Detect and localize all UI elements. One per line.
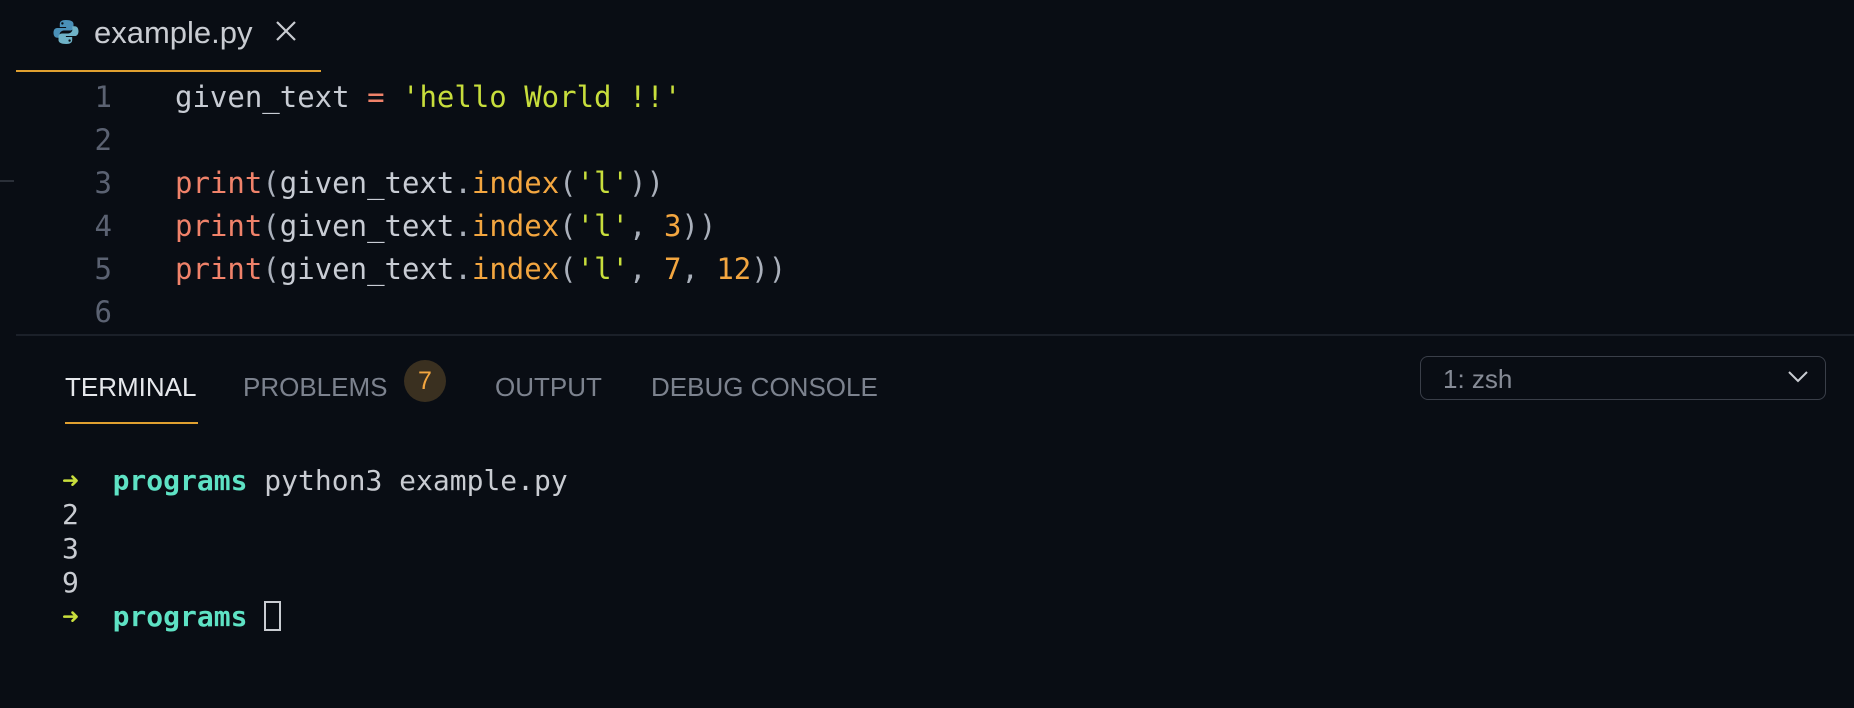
close-icon[interactable] [274, 19, 298, 43]
tab-problems-label: PROBLEMS [243, 372, 388, 402]
code-token: . [454, 166, 472, 200]
code-token: ( [262, 252, 280, 286]
chevron-down-icon [1788, 371, 1808, 383]
code-token: print [175, 252, 263, 286]
prompt-arrow: ➜ [62, 464, 79, 497]
code-token: print [175, 166, 263, 200]
line-number: 5 [94, 252, 112, 286]
terminal-command-line: ➜ programs python3 example.py [62, 464, 568, 498]
code-token: ( [559, 252, 577, 286]
tab-debug-console[interactable]: DEBUG CONSOLE [651, 362, 878, 412]
code-token: 7 [663, 252, 682, 286]
line-number: 1 [94, 80, 112, 114]
code-token: , [681, 252, 717, 286]
code-token: 3 [663, 209, 682, 243]
code-token: , [629, 209, 664, 243]
code-token: ( [559, 209, 577, 243]
tab-output[interactable]: OUTPUT [495, 362, 602, 412]
tab-problems[interactable]: PROBLEMS [243, 362, 388, 412]
code-line: 2 [0, 119, 1854, 161]
code-token: )) [629, 166, 664, 200]
terminal-command: python3 example.py [264, 464, 568, 497]
code-line: 6 [0, 291, 1854, 333]
terminal[interactable]: ➜ programs python3 example.py 2 3 9 ➜ pr… [0, 460, 1854, 708]
code-token: 'l' [576, 209, 630, 243]
code-token: given_text [175, 80, 368, 114]
code-token: )) [751, 252, 787, 286]
code-token: ( [559, 166, 577, 200]
terminal-shell-select[interactable]: 1: zsh [1420, 356, 1826, 400]
code-text: print(given_text.index('l')) [175, 162, 664, 204]
line-number: 2 [94, 123, 112, 157]
code-token: 'hello World !!' [402, 80, 682, 114]
problems-count-badge: 7 [404, 360, 446, 402]
code-token: . [454, 252, 472, 286]
active-tab-indicator [65, 422, 199, 424]
code-text: print(given_text.index('l', 7, 12)) [175, 248, 786, 290]
terminal-cursor [264, 601, 282, 631]
code-token: 'l' [576, 166, 630, 200]
code-line: 1 given_text = 'hello World !!' [0, 76, 1854, 118]
line-number: 6 [94, 295, 112, 329]
code-token: given_text [279, 252, 455, 286]
code-token: index [471, 252, 560, 286]
tab-debug-console-label: DEBUG CONSOLE [651, 372, 878, 402]
code-token: index [471, 209, 560, 243]
editor-tab-example-py[interactable]: example.py [16, 0, 321, 72]
terminal-prompt-line: ➜ programs [62, 600, 282, 634]
tab-filename: example.py [94, 15, 253, 50]
prompt-directory: programs [112, 600, 248, 633]
shell-select-value: 1: zsh [1443, 364, 1513, 394]
editor-tab-bar: example.py [0, 0, 1854, 74]
code-token: print [175, 209, 263, 243]
code-token: )) [681, 209, 717, 243]
tab-terminal[interactable]: TERMINAL [65, 362, 199, 424]
code-token: ( [262, 166, 280, 200]
code-token: = [367, 80, 385, 114]
prompt-directory: programs [112, 464, 248, 497]
tab-output-label: OUTPUT [495, 372, 602, 402]
terminal-output-line: 9 [62, 566, 79, 599]
code-token: given_text [279, 209, 455, 243]
line-number: 4 [94, 209, 112, 243]
code-token: index [471, 166, 560, 200]
code-text: given_text = 'hello World !!' [175, 76, 681, 118]
code-line: 5 print(given_text.index('l', 7, 12)) [0, 248, 1854, 290]
tab-terminal-label: TERMINAL [65, 372, 197, 402]
code-token: 'l' [576, 252, 630, 286]
code-line: 3 print(given_text.index('l')) [0, 162, 1854, 204]
code-token: ( [262, 209, 280, 243]
code-editor[interactable]: 1 given_text = 'hello World !!' 2 3 print(gi… [0, 74, 1854, 334]
terminal-output-line: 3 [62, 532, 79, 565]
code-line: 4 print(given_text.index('l', 3)) [0, 205, 1854, 247]
code-token: , [629, 252, 664, 286]
line-number: 3 [94, 166, 112, 200]
terminal-output-line: 2 [62, 498, 79, 531]
code-token: . [454, 209, 472, 243]
python-icon [53, 20, 79, 44]
code-text: print(given_text.index('l', 3)) [175, 205, 716, 247]
code-token: 12 [716, 252, 752, 286]
prompt-arrow: ➜ [62, 600, 79, 633]
code-token: given_text [279, 166, 455, 200]
